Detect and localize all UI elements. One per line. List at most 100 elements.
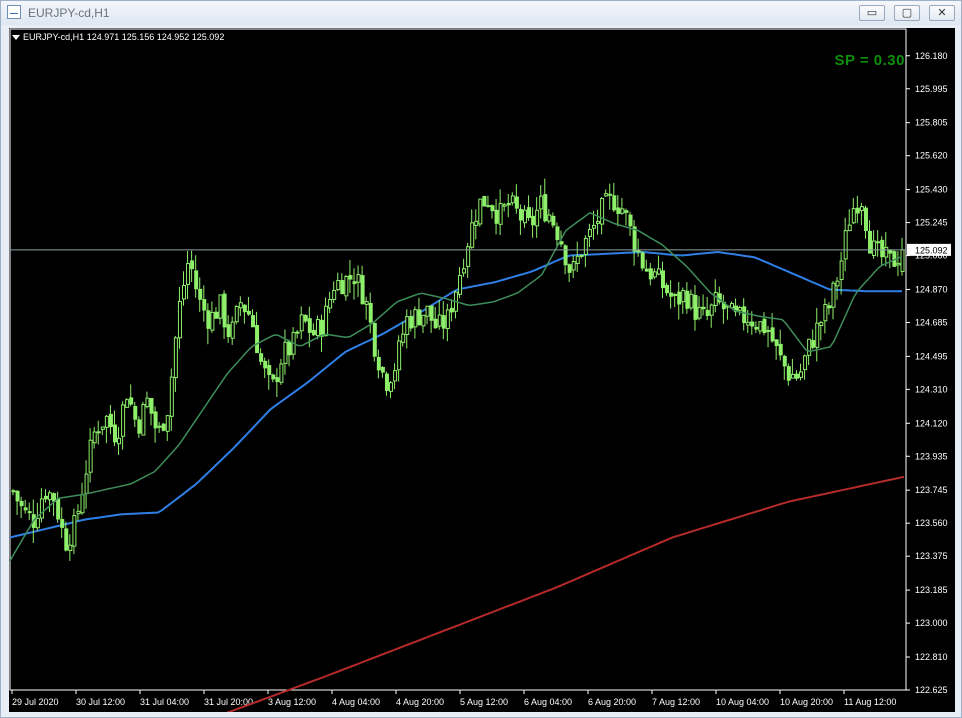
candle-body [125,399,130,408]
y-axis-tick-label: 123.375 [915,551,948,561]
candle-body [851,208,856,224]
candle-body [616,207,621,214]
candle-body [190,260,195,270]
candle-body [449,307,454,313]
chart-window-icon [7,5,21,19]
candle-body [551,215,556,226]
candle-body [214,311,219,319]
candle-body [689,293,694,309]
candle-body [701,306,706,310]
candle-body [799,371,804,378]
candle-body [352,281,357,285]
candle-body [149,398,154,414]
candle-body [758,321,763,332]
candle-body [226,324,231,337]
close-button[interactable]: ✕ [929,5,955,21]
candle-body [39,498,44,519]
candle-body [660,270,665,289]
y-axis-tick-label: 123.935 [915,451,948,461]
x-axis-tick-label: 10 Aug 04:00 [716,697,769,707]
candle-body [859,206,864,212]
candle-body [137,419,142,434]
candle-body [417,309,422,326]
candle-body [389,382,394,392]
candle-body [108,413,113,428]
candle-body [766,329,771,332]
candle-body [173,337,178,379]
candle-body [535,209,540,227]
candle-body [583,237,588,256]
spread-label: SP = 0.30 [834,52,905,69]
candle-body [129,397,134,405]
candle-body [35,517,40,529]
candle-body [746,321,751,326]
candle-body [92,431,97,444]
candle-body [559,241,564,245]
candle-body [612,195,617,211]
y-axis-tick-label: 124.310 [915,384,948,394]
y-axis-tick-label: 123.560 [915,518,948,528]
candle-body [669,292,674,297]
candle-body [372,322,377,357]
y-axis-tick-label: 122.625 [915,685,948,695]
candle-body [368,302,373,323]
y-axis-tick-label: 125.245 [915,218,948,228]
candle-body [494,209,499,224]
candle-body [60,519,65,528]
candle-body [835,280,840,287]
y-axis-tick-label: 124.120 [915,418,948,428]
candle-body [356,274,361,283]
candle-body [222,293,227,328]
candle-body [413,309,418,328]
candle-body [685,290,690,309]
candle-body [478,198,483,225]
candle-body [762,318,767,334]
candle-body [640,252,645,269]
x-axis-tick-label: 7 Aug 12:00 [652,697,700,707]
candle-body [27,511,32,514]
candle-body [681,289,686,303]
candle-body [803,355,808,371]
candle-body [896,262,901,266]
candle-body [157,425,162,428]
candle-body [510,195,515,204]
candle-body [786,366,791,381]
candle-body [709,304,714,316]
candle-body [543,194,548,222]
candle-body [437,314,442,327]
restore-button[interactable]: ▢ [894,5,920,21]
x-axis-tick-label: 10 Aug 20:00 [780,697,833,707]
candle-body [705,309,710,316]
candle-body [514,196,519,209]
candle-body [596,220,601,224]
window-title: EURJPY-cd,H1 [28,6,110,20]
candle-body [608,193,613,196]
candle-body [490,205,495,212]
candle-body [401,333,406,343]
minimize-button[interactable]: ▭ [859,5,885,21]
candle-body [15,490,20,502]
candle-body [693,294,698,320]
candle-body [311,329,316,336]
candle-body [872,240,877,256]
candle-body [863,207,868,232]
plot-frame [9,28,907,691]
symbol-ohlc-label: EURJPY-cd,H1 124.971 125.156 124.952 125… [23,32,225,42]
candle-body [348,275,353,280]
dropdown-arrow-icon[interactable] [12,35,20,40]
candle-body [255,325,260,354]
candle-body [218,294,223,319]
candle-body [571,261,576,271]
title-bar[interactable]: EURJPY-cd,H1 ▭ ▢ ✕ [1,1,961,25]
candle-body [344,275,349,297]
candle-body [153,411,158,429]
price-chart-svg[interactable]: 126.180 125.995 125.805 125.620 125.430 125.2… [9,28,955,712]
candle-body [80,494,85,514]
candle-body [677,291,682,305]
y-axis-tick-label: 125.995 [915,84,948,94]
candle-body [299,314,304,332]
x-axis-tick-label: 31 Jul 04:00 [140,697,189,707]
price-chart[interactable]: EURJPY-cd,H1 124.971 125.156 124.952 125… [9,28,955,712]
candle-body [636,250,641,253]
candle-body [405,316,410,335]
